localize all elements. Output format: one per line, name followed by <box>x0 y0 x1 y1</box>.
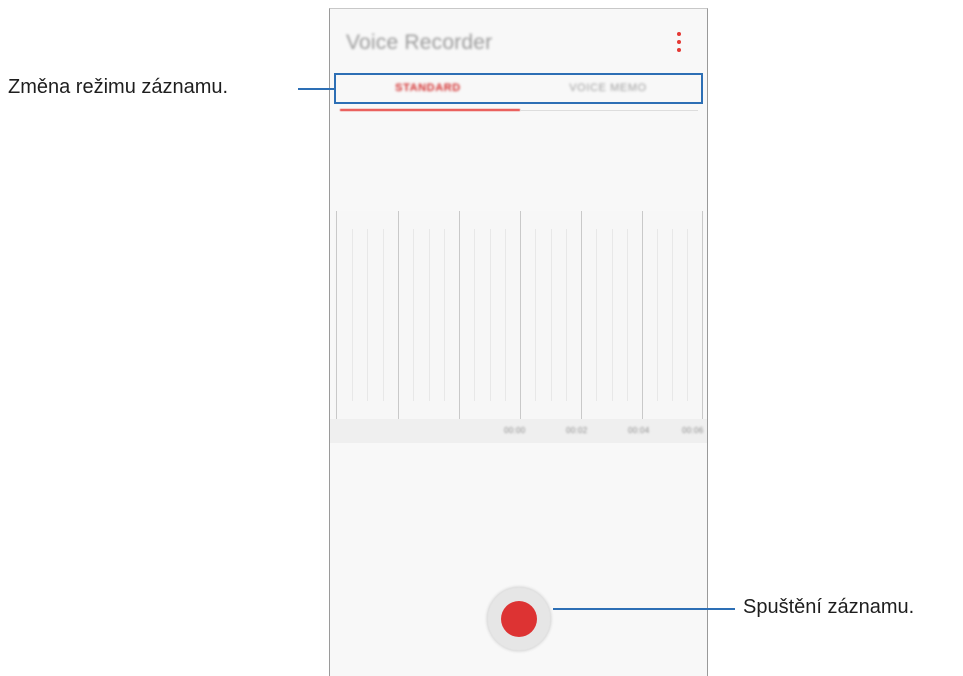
timeline-tick: 00:00 <box>504 426 526 435</box>
waveform-grid-line <box>581 211 582 419</box>
timeline-tick: 00:06 <box>682 426 704 435</box>
waveform-grid-line <box>336 211 337 419</box>
waveform-minor-line <box>687 229 688 401</box>
waveform-minor-line <box>490 229 491 401</box>
mode-callout-line <box>298 88 334 90</box>
waveform-minor-line <box>474 229 475 401</box>
app-title: Voice Recorder <box>346 31 493 54</box>
waveform-minor-line <box>352 229 353 401</box>
waveform-minor-line <box>505 229 506 401</box>
record-callout-label: Spuštění záznamu. <box>743 596 915 618</box>
waveform-minor-line <box>657 229 658 401</box>
waveform-minor-line <box>444 229 445 401</box>
mode-callout-label: Změna režimu záznamu. <box>8 76 229 98</box>
waveform-minor-line <box>413 229 414 401</box>
voice-recorder-screen: Voice Recorder STANDARD VOICE MEMO 00:00… <box>329 8 708 676</box>
waveform-minor-line <box>627 229 628 401</box>
waveform-area <box>334 211 704 419</box>
waveform-minor-line <box>566 229 567 401</box>
more-options-icon[interactable] <box>672 29 686 55</box>
waveform-grid-line <box>398 211 399 419</box>
record-icon <box>501 601 537 637</box>
waveform-minor-line <box>429 229 430 401</box>
record-callout-line <box>553 608 735 610</box>
timeline-tick: 00:04 <box>628 426 650 435</box>
waveform-grid-line <box>642 211 643 419</box>
timeline: 00:00 00:02 00:04 00:06 <box>330 419 707 443</box>
timeline-tick: 00:02 <box>566 426 588 435</box>
waveform-grid-line <box>702 211 703 419</box>
waveform-minor-line <box>551 229 552 401</box>
waveform-grid-line <box>520 211 521 419</box>
selected-tab-indicator <box>340 109 520 111</box>
waveform-minor-line <box>535 229 536 401</box>
waveform-minor-line <box>612 229 613 401</box>
waveform-minor-line <box>672 229 673 401</box>
waveform-minor-line <box>383 229 384 401</box>
tab-divider <box>520 110 698 111</box>
waveform-minor-line <box>367 229 368 401</box>
record-button[interactable] <box>487 587 551 651</box>
waveform-grid-line <box>459 211 460 419</box>
tabs-highlight-box <box>334 73 703 104</box>
guide-figure: Voice Recorder STANDARD VOICE MEMO 00:00… <box>0 0 963 676</box>
waveform-minor-line <box>596 229 597 401</box>
